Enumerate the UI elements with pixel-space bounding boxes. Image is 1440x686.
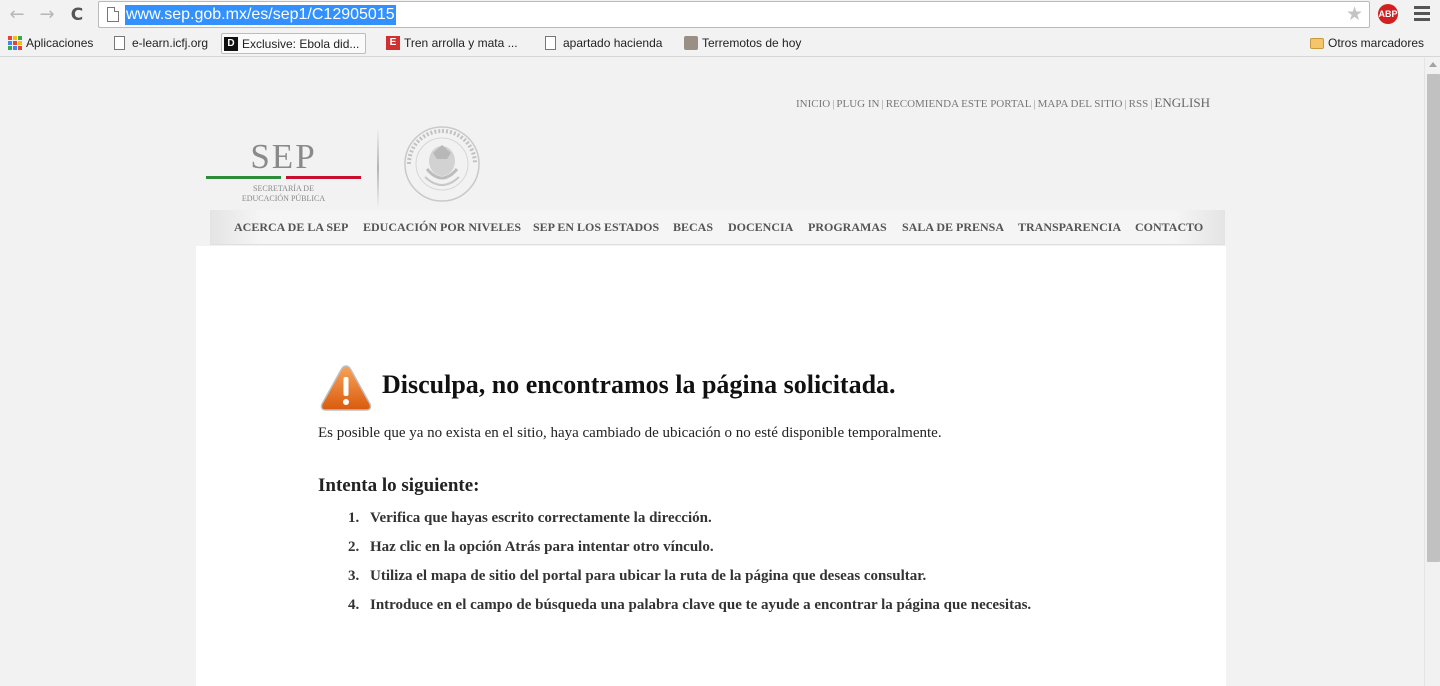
bookmark-label: e-learn.icfj.org — [132, 36, 209, 50]
error-description: Es posible que ya no exista en el sitio,… — [318, 425, 942, 441]
nav-educacion-niveles[interactable]: EDUCACIÓN POR NIVELES — [363, 210, 521, 245]
link-rss[interactable]: RSS — [1129, 98, 1149, 110]
nav-programas[interactable]: PROGRAMAS — [808, 210, 887, 245]
sep-logo[interactable]: SEP SECRETARÍA DE EDUCACIÓN PÚBLICA — [206, 137, 361, 203]
bookmark-hacienda[interactable]: apartado hacienda — [543, 33, 662, 54]
bookmark-star-icon[interactable]: ★ — [1346, 3, 1363, 25]
suggestions-list: 1. Verifica que hayas escrito correctame… — [348, 508, 1068, 624]
link-english[interactable]: ENGLISH — [1154, 95, 1210, 110]
list-item: 1. Verifica que hayas escrito correctame… — [348, 510, 712, 526]
page-icon — [114, 36, 125, 50]
logo-green-bar — [206, 176, 281, 179]
logo-red-bar — [286, 176, 361, 179]
page-icon — [107, 7, 119, 22]
reload-icon[interactable]: C — [66, 4, 88, 26]
bookmark-ebola[interactable]: D Exclusive: Ebola did... — [221, 33, 367, 54]
mexico-seal-icon — [404, 126, 480, 202]
top-utility-links: INICIO | PLUG IN | RECOMIENDA ESTE PORTAL | MA… — [795, 95, 1210, 110]
forward-arrow-icon[interactable]: → — [36, 4, 58, 26]
folder-icon — [1310, 38, 1324, 49]
adblock-extension-icon[interactable]: ABP — [1378, 4, 1398, 24]
scroll-thumb[interactable] — [1427, 74, 1440, 562]
main-navigation: ACERCA DE LA SEP EDUCACIÓN POR NIVELES S… — [210, 210, 1225, 245]
bookmark-other[interactable]: Otros marcadores — [1308, 33, 1424, 54]
bookmark-label: Aplicaciones — [26, 36, 94, 50]
bookmark-label: Otros marcadores — [1328, 36, 1425, 50]
nav-contacto[interactable]: CONTACTO — [1135, 210, 1203, 245]
link-recomienda[interactable]: RECOMIENDA ESTE PORTAL — [886, 98, 1032, 110]
nav-sala-prensa[interactable]: SALA DE PRENSA — [902, 210, 1004, 245]
apps-icon — [8, 36, 22, 50]
link-plugin[interactable]: PLUG IN — [836, 98, 879, 110]
list-item: 2. Haz clic en la opción Atrás para inte… — [348, 539, 714, 555]
error-title: Disculpa, no encontramos la página solic… — [382, 370, 896, 399]
logo-word: SEP — [250, 137, 317, 176]
nav-becas[interactable]: BECAS — [673, 210, 713, 245]
quake-icon — [684, 36, 698, 50]
nav-acerca[interactable]: ACERCA DE LA SEP — [234, 210, 348, 245]
warning-icon — [320, 365, 372, 411]
address-url[interactable]: www.sep.gob.mx/es/sep1/C12905015 — [125, 5, 396, 25]
bookmark-label: Terremotos de hoy — [702, 36, 802, 50]
address-bar[interactable]: www.sep.gob.mx/es/sep1/C12905015 ★ — [98, 1, 1370, 28]
back-arrow-icon[interactable]: ← — [6, 4, 28, 26]
page-viewport: INICIO | PLUG IN | RECOMIENDA ESTE PORTAL | MA… — [0, 58, 1424, 686]
chrome-menu-icon[interactable] — [1414, 6, 1430, 22]
link-inicio[interactable]: INICIO — [796, 98, 830, 110]
scroll-up-arrow-icon[interactable] — [1429, 62, 1437, 67]
logo-divider — [377, 128, 379, 208]
logo-subtitle: SECRETARÍA DE EDUCACIÓN PÚBLICA — [241, 184, 326, 203]
page-icon — [545, 36, 556, 50]
nav-sep-estados[interactable]: SEP EN LOS ESTADOS — [533, 210, 659, 245]
excelsior-icon: E — [386, 36, 400, 50]
browser-toolbar: ← → C www.sep.gob.mx/es/sep1/C12905015 ★… — [0, 0, 1440, 30]
bookmark-elearn[interactable]: e-learn.icfj.org — [112, 33, 208, 54]
nav-docencia[interactable]: DOCENCIA — [728, 210, 793, 245]
bookmark-apps[interactable]: Aplicaciones — [6, 33, 93, 54]
nav-transparencia[interactable]: TRANSPARENCIA — [1018, 210, 1121, 245]
bookmark-label: Exclusive: Ebola did... — [242, 37, 360, 51]
vertical-scrollbar[interactable] — [1424, 58, 1440, 686]
bookmarks-bar: Aplicaciones e-learn.icfj.org D Exclusiv… — [0, 30, 1440, 57]
daily-beast-icon: D — [224, 37, 238, 51]
suggestions-heading: Intenta lo siguiente: — [318, 475, 480, 496]
link-mapa-sitio[interactable]: MAPA DEL SITIO — [1038, 98, 1123, 110]
bookmark-label: Tren arrolla y mata ... — [404, 36, 518, 50]
bookmark-label: apartado hacienda — [563, 36, 663, 50]
bookmark-terremotos[interactable]: Terremotos de hoy — [682, 33, 801, 54]
list-item: 4. Introduce en el campo de búsqueda una… — [348, 597, 1032, 613]
bookmark-tren[interactable]: E Tren arrolla y mata ... — [384, 33, 518, 54]
list-item: 3. Utiliza el mapa de sitio del portal p… — [348, 568, 927, 584]
